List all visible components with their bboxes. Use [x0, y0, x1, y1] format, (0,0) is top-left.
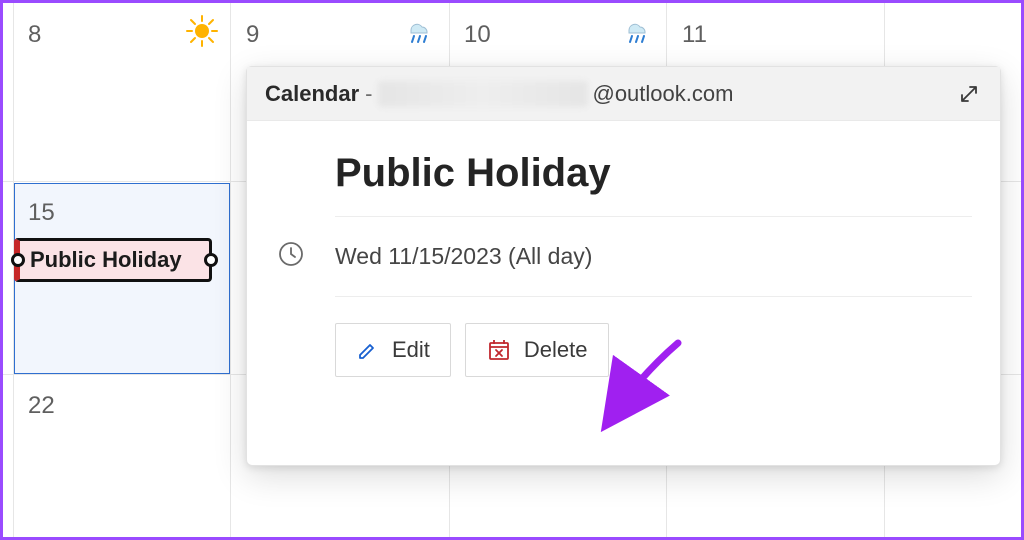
edit-button[interactable]: Edit	[335, 323, 451, 377]
event-time-text: Wed 11/15/2023 (All day)	[335, 243, 592, 270]
expand-icon	[958, 83, 980, 105]
calendar-delete-icon	[486, 337, 512, 363]
grid-col-line	[230, 3, 231, 537]
edit-button-label: Edit	[392, 337, 430, 363]
day-number[interactable]: 15	[28, 199, 55, 227]
event-details-popout: Calendar - @outlook.com Public Holiday W…	[246, 66, 1001, 466]
rain-icon	[402, 15, 436, 54]
sunny-icon	[186, 15, 218, 52]
calendar-event-pill[interactable]: Public Holiday	[14, 238, 212, 282]
resize-handle-left-icon[interactable]	[11, 253, 25, 267]
separator-text: -	[365, 81, 372, 107]
day-number[interactable]: 22	[28, 392, 55, 420]
pencil-icon	[356, 338, 380, 362]
day-number[interactable]: 8	[28, 21, 41, 49]
obscured-account-name	[378, 81, 588, 107]
day-number[interactable]: 10	[464, 21, 491, 49]
day-number[interactable]: 11	[682, 21, 707, 49]
popout-header: Calendar - @outlook.com	[247, 67, 1000, 121]
delete-button-label: Delete	[524, 337, 588, 363]
resize-handle-right-icon[interactable]	[204, 253, 218, 267]
event-time-row: Wed 11/15/2023 (All day)	[335, 217, 972, 296]
email-domain-label: @outlook.com	[592, 81, 733, 107]
day-number[interactable]: 9	[246, 21, 259, 49]
clock-icon	[277, 240, 305, 274]
popout-body: Public Holiday Wed 11/15/2023 (All day) …	[247, 121, 1000, 465]
event-pill-label: Public Holiday	[30, 247, 182, 273]
action-buttons-row: Edit Delete	[335, 297, 972, 377]
expand-button[interactable]	[952, 77, 986, 111]
delete-button[interactable]: Delete	[465, 323, 609, 377]
rain-icon	[620, 15, 654, 54]
calendar-name-label: Calendar	[265, 81, 359, 107]
event-title: Public Holiday	[335, 151, 972, 196]
